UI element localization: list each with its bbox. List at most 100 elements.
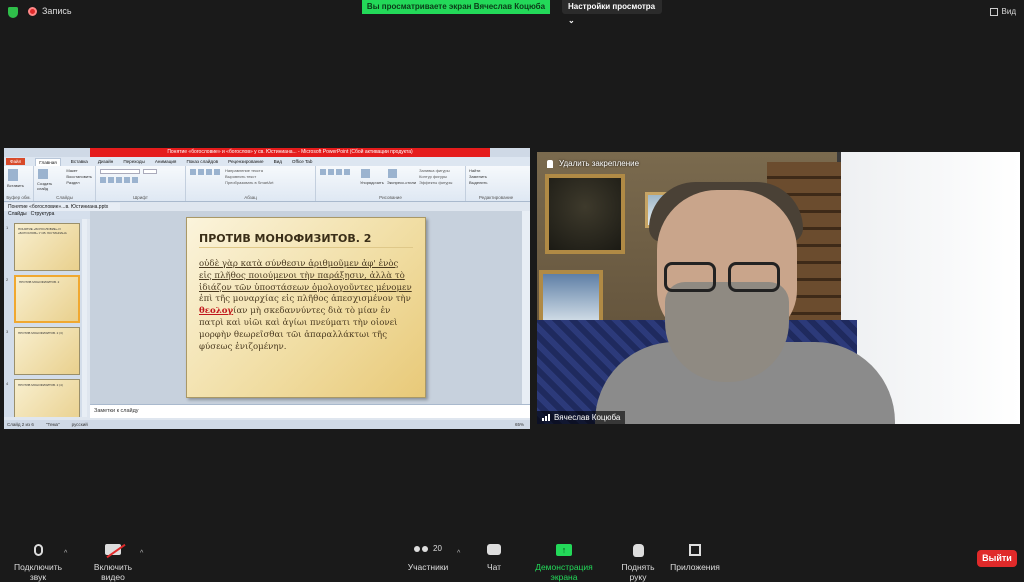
tab-file[interactable]: Файл: [6, 158, 26, 165]
strikethrough-icon[interactable]: [124, 177, 130, 183]
italic-icon[interactable]: [108, 177, 114, 183]
audio-options-caret[interactable]: ^: [64, 550, 67, 557]
view-options-button[interactable]: Настройки просмотра ⌄: [562, 0, 662, 25]
group-label-clipboard: Буфер обм.: [6, 195, 31, 200]
painting: [545, 174, 625, 254]
slide-thumbnails: 1 ПОНЯТИЕ «БОГОСЛОВИЕ» И «БОГОСЛОВ» У СВ…: [4, 219, 86, 417]
meeting-controls: Подключить звук ^ Включить видео ^ 20 Уч…: [0, 540, 1024, 582]
thumb-text: ПРОТИВ МОНОФИЗИТОВ. 2: [19, 280, 60, 284]
slide-thumbnail[interactable]: ПОНЯТИЕ «БОГОСЛОВИЕ» И «БОГОСЛОВ» У СВ. …: [14, 223, 80, 271]
slide-text-underlined: οὐδὲ γὰρ κατὰ σύνθεσιν ἀριθμοῦμεν ἀφ' ἑν…: [199, 259, 412, 293]
ppt-title-bar: Понятие «богословие» и «богослов» у св. …: [4, 148, 530, 157]
participants-options-caret[interactable]: ^: [457, 550, 460, 557]
slide-thumbnail[interactable]: ПРОТИВ МОНОФИЗИТОВ. 2 (3): [14, 327, 80, 375]
new-slide-icon: [38, 169, 48, 179]
smartart-button[interactable]: Преобразовать в SmartArt: [225, 180, 274, 186]
tab-office-tab[interactable]: Office Tab: [292, 159, 313, 164]
participant-name-tag: Вячеслав Коцюба: [537, 411, 626, 424]
tab-transitions[interactable]: Переходы: [123, 159, 145, 164]
share-screen-icon: ↑: [556, 544, 572, 556]
ribbon-group-clipboard: Вставить Буфер обм.: [4, 166, 34, 201]
hand-icon: [632, 544, 644, 557]
create-slide-label: Создать слайд: [37, 181, 53, 191]
ppt-window-title: Понятие «богословие» и «богослов» у св. …: [90, 148, 490, 157]
tab-view[interactable]: Вид: [274, 159, 282, 164]
slide-thumbnail-selected[interactable]: ПРОТИВ МОНОФИЗИТОВ. 2: [14, 275, 80, 323]
tab-animations[interactable]: Анимация: [155, 159, 177, 164]
arrange-button[interactable]: Упорядочить: [360, 168, 384, 186]
share-screen-button[interactable]: ↑ Демонстрация экрана: [522, 544, 606, 582]
bold-icon[interactable]: [100, 177, 106, 183]
tab-slideshow[interactable]: Показ слайдов: [186, 159, 218, 164]
tab-insert[interactable]: Вставка: [71, 159, 88, 164]
raise-hand-button[interactable]: Поднять руку: [612, 544, 664, 582]
share-label: Демонстрация экрана: [535, 562, 593, 582]
shape-effects-button[interactable]: Эффекты фигуры: [419, 180, 452, 186]
record-icon: [28, 6, 37, 16]
underline-icon[interactable]: [116, 177, 122, 183]
status-language[interactable]: русский: [72, 422, 88, 427]
arrange-label: Упорядочить: [360, 180, 384, 185]
recording-indicator[interactable]: Запись: [28, 6, 72, 16]
shield-icon[interactable]: [8, 7, 18, 18]
group-label-paragraph: Абзац: [244, 195, 257, 200]
participants-button[interactable]: 20 Участники: [406, 544, 450, 572]
bullets-icon[interactable]: [190, 169, 196, 175]
document-tab[interactable]: Понятие «богословие»...в. Юстиниана.pptx: [8, 204, 108, 210]
align-center-icon[interactable]: [214, 169, 220, 175]
tab-review[interactable]: Рецензирование: [228, 159, 263, 164]
current-slide[interactable]: ПРОТИВ МОНОФИЗИТОВ. 2 οὐδὲ γὰρ κατὰ σύνθ…: [186, 217, 426, 398]
video-options-caret[interactable]: ^: [140, 550, 143, 557]
document-tab-bar: Понятие «богословие»...в. Юстиниана.pptx: [4, 203, 120, 211]
group-label-font: Шрифт: [133, 195, 148, 200]
font-name-select[interactable]: [100, 169, 140, 174]
leave-button[interactable]: Выйти: [977, 550, 1017, 567]
tab-home[interactable]: Главная: [35, 157, 61, 166]
apps-button[interactable]: Приложения: [670, 544, 720, 572]
quick-styles-button[interactable]: Экспресс-стили: [387, 168, 416, 186]
shape-line-icon[interactable]: [320, 169, 326, 175]
select-button[interactable]: Выделить: [469, 180, 523, 186]
numbering-icon[interactable]: [198, 169, 204, 175]
ppt-ribbon-tabs: Файл Главная Вставка Дизайн Переходы Ани…: [4, 157, 530, 166]
paste-icon[interactable]: [8, 169, 18, 181]
shared-screen-powerpoint[interactable]: Понятие «богословие» и «богослов» у св. …: [4, 148, 530, 429]
slide-canvas: ПРОТИВ МОНОФИЗИТОВ. 2 οὐδὲ γὰρ κατὰ σύνθ…: [90, 211, 522, 404]
paste-label: Вставить: [7, 183, 24, 188]
apps-icon: [689, 544, 701, 556]
participants-label: Участники: [407, 562, 449, 572]
chat-button[interactable]: Чат: [482, 544, 506, 572]
align-left-icon[interactable]: [206, 169, 212, 175]
chat-icon: [487, 544, 501, 555]
chat-label: Чат: [486, 562, 502, 572]
notes-pane[interactable]: Заметки к слайду: [90, 404, 530, 418]
ribbon-group-drawing: Упорядочить Экспресс-стили Заливка фигур…: [316, 166, 466, 201]
font-size-select[interactable]: [143, 169, 158, 174]
audio-button[interactable]: Подключить звук: [6, 544, 70, 582]
status-theme: "Тема": [45, 422, 60, 427]
slide-scrollbar[interactable]: [522, 211, 530, 404]
shape-oval-icon[interactable]: [336, 169, 342, 175]
raise-hand-label: Поднять руку: [621, 562, 655, 582]
slide-thumbnail[interactable]: ПРОТИВ МОНОФИЗИТОВ. 2 (4): [14, 379, 80, 417]
unpin-button[interactable]: Удалить закрепление: [547, 159, 639, 168]
shape-rect-icon[interactable]: [328, 169, 334, 175]
group-label-slides: Слайды: [56, 195, 73, 200]
zoom-level[interactable]: 65%: [515, 422, 524, 427]
font-color-icon[interactable]: [132, 177, 138, 183]
video-button[interactable]: Включить видео: [82, 543, 144, 582]
create-slide-button[interactable]: Создать слайд: [37, 168, 64, 191]
participants-count: 20: [433, 544, 442, 553]
share-banner: Вы просматриваете экран Вячеслав Коцюба: [362, 0, 550, 14]
thumb-text: ПРОТИВ МОНОФИЗИТОВ. 2 (3): [18, 331, 63, 335]
participant-video[interactable]: [537, 152, 1020, 424]
tab-design[interactable]: Дизайн: [98, 159, 113, 164]
view-button[interactable]: Вид: [989, 7, 1016, 16]
tab-slides[interactable]: Слайды: [8, 211, 27, 219]
thumbnails-scrollbar[interactable]: [82, 219, 87, 417]
shape-arrow-icon[interactable]: [344, 169, 350, 175]
group-label-editing: Редактирование: [478, 195, 514, 200]
section-button[interactable]: Раздел: [66, 180, 92, 186]
tab-outline[interactable]: Структура: [31, 211, 55, 219]
headphones-icon: [33, 544, 43, 556]
